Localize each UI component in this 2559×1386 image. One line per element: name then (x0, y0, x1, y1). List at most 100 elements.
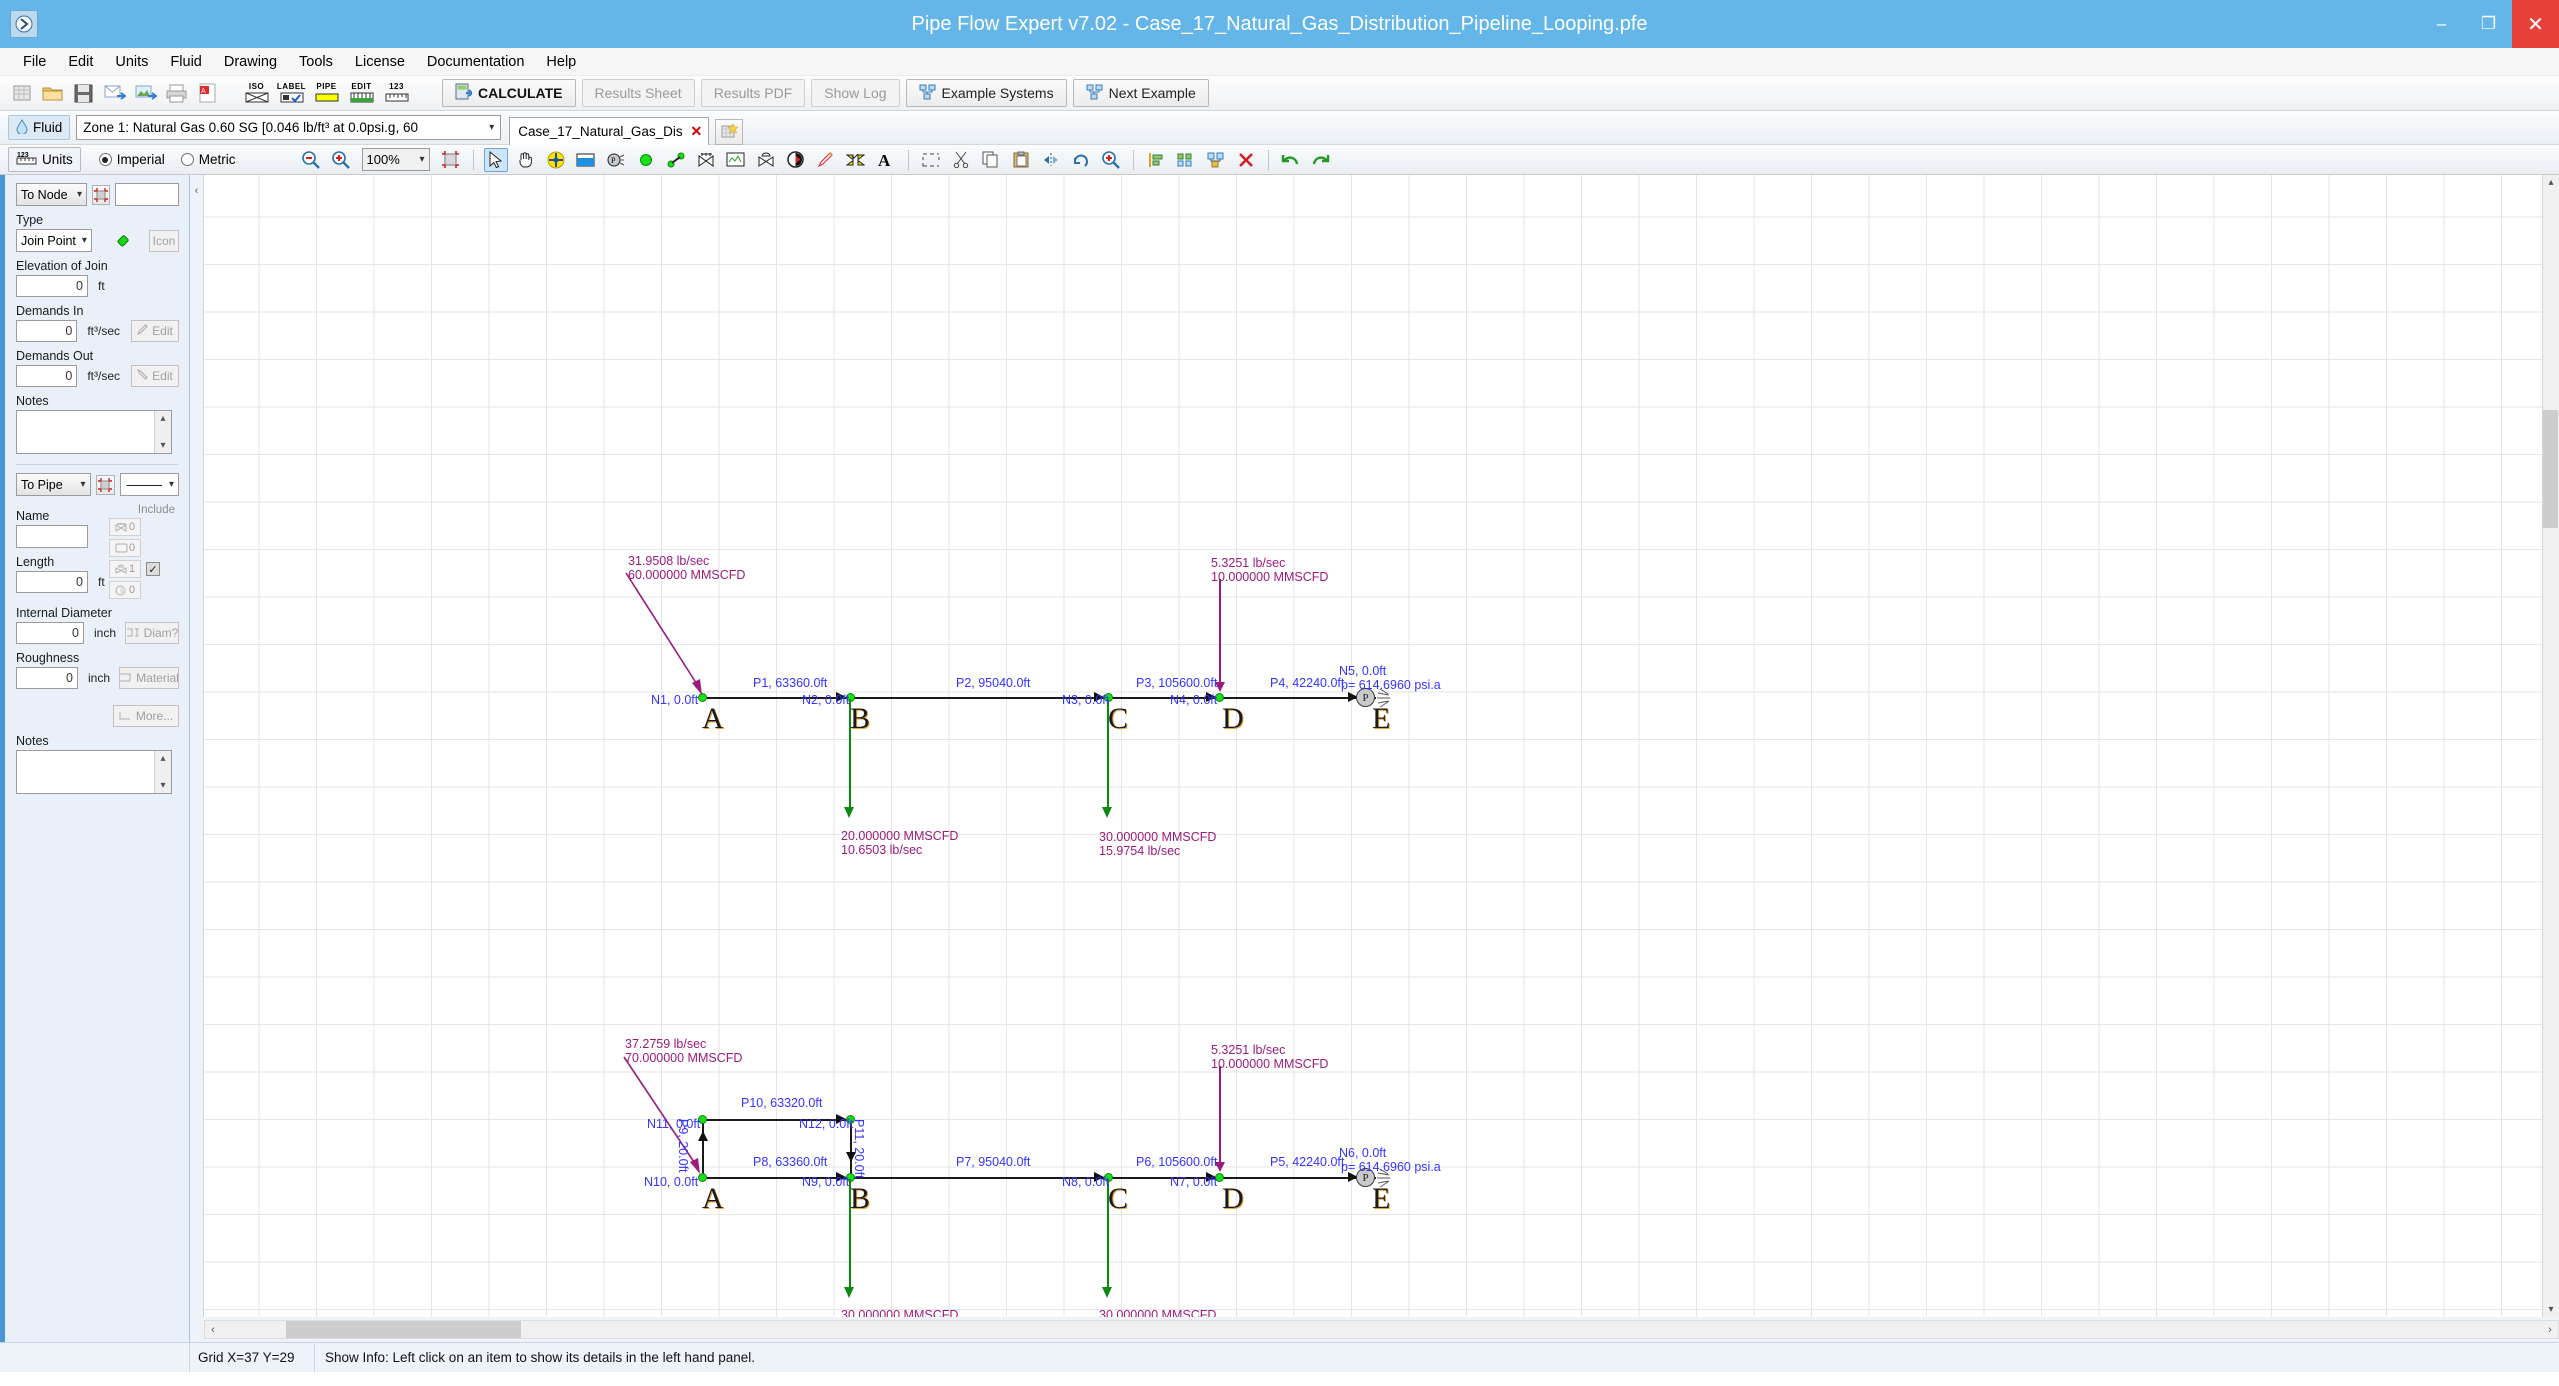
to-pipe-select[interactable]: To Pipe ▾ (16, 473, 91, 496)
demands-out-edit-button[interactable]: Edit (131, 365, 179, 387)
horizontal-scroll-track[interactable] (221, 1321, 2542, 1338)
node-icon-button[interactable]: Icon (149, 229, 179, 252)
redo-icon[interactable] (1309, 148, 1333, 172)
node-notes-scrollbar[interactable]: ▴ ▾ (154, 411, 171, 453)
material-button[interactable]: Material (119, 667, 179, 689)
menu-item-documentation[interactable]: Documentation (416, 52, 536, 72)
zoom-out-icon[interactable] (299, 148, 323, 172)
edit-icon[interactable]: EDIT (346, 79, 377, 107)
menu-item-tools[interactable]: Tools (288, 52, 344, 72)
fluid-button[interactable]: Fluid (8, 115, 71, 140)
rotate-icon[interactable] (1069, 148, 1093, 172)
to-node-select[interactable]: To Node ▾ (16, 183, 88, 206)
menu-item-drawing[interactable]: Drawing (213, 52, 288, 72)
pressure-node-icon[interactable]: P (604, 148, 628, 172)
select-tool-icon[interactable] (483, 147, 508, 172)
zoom-level-select[interactable]: 100% ▾ (361, 148, 430, 171)
maximize-button[interactable]: ❐ (2465, 0, 2512, 48)
example-systems-button[interactable]: Example Systems (905, 79, 1067, 107)
draw-pipe-icon[interactable] (664, 148, 688, 172)
menu-item-file[interactable]: File (12, 52, 57, 72)
results-sheet-button[interactable]: Results Sheet (581, 79, 695, 107)
flip-horizontal-icon[interactable] (1039, 148, 1063, 172)
pipe-icon[interactable]: PIPE (311, 79, 342, 107)
scroll-right-arrow-icon[interactable]: › (2542, 1324, 2558, 1336)
group-icon[interactable] (1204, 148, 1228, 172)
move-node-icon[interactable] (544, 148, 568, 172)
next-example-button[interactable]: Next Example (1072, 79, 1209, 107)
pump-count-button[interactable]: 0 (109, 581, 141, 599)
metric-radio[interactable]: Metric (180, 152, 236, 167)
demands-out-input[interactable]: 0 (16, 365, 78, 387)
demands-in-input[interactable]: 0 (16, 320, 78, 342)
paste-icon[interactable] (1009, 148, 1033, 172)
pump-icon[interactable] (784, 148, 808, 172)
scroll-up-arrow-icon[interactable]: ▴ (2548, 177, 2553, 188)
length-input[interactable]: 0 (16, 571, 88, 593)
iso-view-icon[interactable]: ISO (241, 79, 272, 107)
show-log-button[interactable]: Show Log (811, 79, 900, 107)
calculate-button[interactable]: CALCULATE (442, 79, 576, 107)
imperial-radio[interactable]: Imperial (98, 152, 165, 167)
control-valve-icon[interactable] (754, 148, 778, 172)
menu-item-edit[interactable]: Edit (57, 52, 104, 72)
zoom-region-icon[interactable] (1099, 148, 1123, 172)
fluid-zone-select[interactable]: Zone 1: Natural Gas 0.60 SG [0.046 lb/ft… (76, 115, 502, 140)
cut-icon[interactable] (949, 148, 973, 172)
check-valve-icon[interactable] (844, 148, 868, 172)
text-tool-icon[interactable]: A (874, 148, 898, 172)
component-icon[interactable] (724, 148, 748, 172)
open-folder-icon[interactable] (39, 80, 66, 107)
network-canvas[interactable]: P P A B C D E A B C D E P1, 63360.0ft P2… (204, 175, 2542, 1317)
zoom-in-icon[interactable] (329, 148, 353, 172)
roughness-input[interactable]: 0 (16, 667, 78, 689)
scroll-down-arrow-icon[interactable]: ▾ (2548, 1304, 2553, 1315)
demands-in-edit-button[interactable]: Edit (131, 320, 179, 342)
save-icon[interactable] (70, 80, 97, 107)
elevation-input[interactable]: 0 (16, 275, 88, 297)
node-locate-icon[interactable] (92, 184, 111, 205)
delete-icon[interactable] (1234, 148, 1258, 172)
align-icon[interactable] (1144, 148, 1168, 172)
scroll-left-arrow-icon[interactable]: ‹ (205, 1324, 221, 1336)
flow-pen-icon[interactable] (814, 148, 838, 172)
canvas-left-gutter[interactable]: ‹ (190, 175, 204, 1317)
pipe-locate-icon[interactable] (95, 474, 115, 495)
tank-icon[interactable] (574, 148, 598, 172)
valve-count-button[interactable]: 0 (109, 518, 141, 536)
component-count-button[interactable]: 1 (109, 560, 141, 578)
pipe-style-select[interactable]: ——— ▾ (119, 473, 179, 496)
node-type-select[interactable]: Join Point ▾ (16, 229, 92, 252)
more-button[interactable]: More... (113, 705, 179, 727)
node-name-input[interactable] (115, 183, 179, 206)
vertical-scroll-thumb[interactable] (2543, 410, 2558, 528)
pdf-icon[interactable]: A (194, 80, 221, 107)
pipe-notes-textarea[interactable]: ▴ ▾ (16, 750, 172, 794)
numbers-icon[interactable]: 123 (381, 79, 412, 107)
export-image-icon[interactable] (132, 80, 159, 107)
results-pdf-button[interactable]: Results PDF (700, 79, 806, 107)
email-icon[interactable] (101, 80, 128, 107)
distribute-icon[interactable] (1174, 148, 1198, 172)
diameter-input[interactable]: 0 (16, 622, 84, 644)
horizontal-scroll-thumb[interactable] (286, 1321, 521, 1338)
valve-icon[interactable] (694, 148, 718, 172)
label-icon[interactable]: LABEL (276, 79, 307, 107)
undo-icon[interactable] (1279, 148, 1303, 172)
units-button[interactable]: 123 Units (8, 147, 81, 172)
document-tab[interactable]: Case_17_Natural_Gas_Distribu ✕ (509, 116, 710, 145)
pipe-notes-scrollbar[interactable]: ▴ ▾ (154, 751, 171, 793)
minimize-button[interactable]: – (2418, 0, 2465, 48)
pipe-name-input[interactable] (16, 525, 88, 548)
menu-item-license[interactable]: License (344, 52, 416, 72)
canvas-vertical-scrollbar[interactable]: ▴ ▾ (2542, 175, 2559, 1317)
fit-to-view-icon[interactable] (439, 148, 463, 172)
close-tab-icon[interactable]: ✕ (691, 123, 703, 140)
copy-icon[interactable] (979, 148, 1003, 172)
include-checkbox[interactable]: ✓ (146, 562, 160, 576)
menu-item-fluid[interactable]: Fluid (159, 52, 212, 72)
close-button[interactable]: ✕ (2512, 0, 2559, 48)
canvas-horizontal-scrollbar[interactable]: ‹ › (204, 1320, 2559, 1339)
print-icon[interactable] (163, 80, 190, 107)
diameter-button[interactable]: Diam? (125, 622, 179, 644)
